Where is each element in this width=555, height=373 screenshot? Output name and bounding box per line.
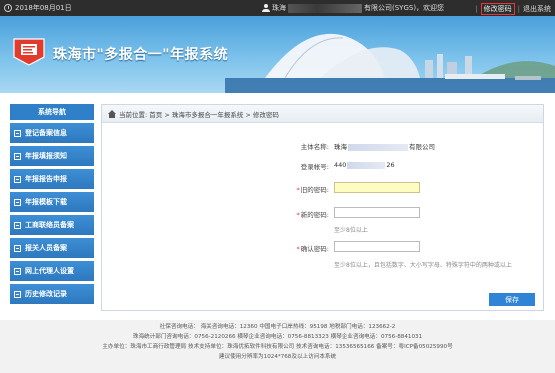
redacted-account <box>347 161 386 169</box>
change-password-link[interactable]: 修改密码 <box>480 3 515 15</box>
entity-name-prefix: 珠海 <box>334 143 347 151</box>
separator: | <box>475 5 478 13</box>
sidebar-item-filing-notice[interactable]: 年报填报须知 <box>10 146 94 166</box>
confirm-password-input[interactable] <box>334 241 420 252</box>
nav-item-icon <box>14 221 21 229</box>
sidebar-header: 系统导航 <box>10 104 94 120</box>
sidebar-item-label: 工商联络员备案 <box>25 221 74 229</box>
nav-item-icon <box>14 152 21 160</box>
new-password-label-text: 新的密码: <box>300 211 329 219</box>
breadcrumb: 当前位置: 首页 > 珠海市多报合一年报系统 > 修改密码 <box>102 105 543 123</box>
old-password-label-text: 旧的密码: <box>300 186 329 194</box>
confirm-password-label: *确认密码: <box>297 243 329 253</box>
content-panel: 当前位置: 首页 > 珠海市多报合一年报系统 > 修改密码 主体名称: 珠海 有限… <box>101 104 544 311</box>
banner-scenery <box>225 33 555 93</box>
required-mark: * <box>296 245 300 253</box>
clock-icon <box>4 4 12 12</box>
top-actions: | 修改密码 | 退出系统 <box>475 3 551 15</box>
sidebar-item-label: 网上代理人设置 <box>25 267 74 275</box>
new-password-label: *新的密码: <box>297 209 329 219</box>
sidebar-item-registration[interactable]: 登记备案信息 <box>10 123 94 143</box>
sidebar-item-label: 登记备案信息 <box>25 129 67 137</box>
new-password-hint: 至少8位以上 <box>334 227 368 234</box>
confirm-password-label-text: 确认密码: <box>300 245 329 253</box>
logo-icon <box>13 38 45 66</box>
footer-line: 主办单位：珠海市工商行政管理局 技术支持单位：珠海优拓软件科技有限公司 技术咨询… <box>102 344 453 350</box>
nav-item-icon <box>14 198 21 206</box>
sidebar-item-report-submit[interactable]: 年报报告申报 <box>10 169 94 189</box>
sidebar-item-label: 历史修改记录 <box>25 290 67 298</box>
redacted-entity <box>348 143 408 151</box>
sidebar-item-label: 年报模板下载 <box>25 198 67 206</box>
logout-link[interactable]: 退出系统 <box>523 4 551 14</box>
sidebar-item-liaison[interactable]: 工商联络员备案 <box>10 215 94 235</box>
user-welcome: 有限公司(SYGS)，欢迎您 <box>364 4 445 12</box>
sidebar-item-label: 年报报告申报 <box>25 175 67 183</box>
entity-name-label: 主体名称: <box>300 143 329 151</box>
user-info: 珠海 有限公司(SYGS)，欢迎您 <box>262 3 444 13</box>
footer-line: 社保咨询电话： 海关咨询电话：12360 中国电子口岸热线：95198 地税部门… <box>159 324 396 330</box>
new-password-input[interactable] <box>334 207 420 218</box>
nav-item-icon <box>14 244 21 252</box>
account-value: 440 26 <box>334 161 395 169</box>
separator: | <box>517 5 520 13</box>
breadcrumb-text: 当前位置: 首页 > 珠海市多报合一年报系统 > 修改密码 <box>119 110 279 119</box>
account-label: 登录帐号: <box>300 163 329 171</box>
date-text: 2018年08月01日 <box>15 4 72 12</box>
footer-line: 珠海统计部门咨询电话：0756-2120266 横琴企业咨询电话：0756-88… <box>132 334 423 340</box>
home-icon <box>108 109 116 118</box>
date-display: 2018年08月01日 <box>4 3 72 13</box>
nav-item-icon <box>14 267 21 275</box>
account-suffix: 26 <box>386 161 395 169</box>
footer-line: 建议使用分辨率为1024*768及以上访问本系统 <box>218 354 337 360</box>
user-icon <box>262 4 270 12</box>
old-password-input[interactable] <box>334 182 420 193</box>
system-title: 珠海市"多报合一"年报系统 <box>53 47 229 63</box>
save-button[interactable]: 保存 <box>489 293 535 306</box>
banner: 珠海市"多报合一"年报系统 <box>0 16 555 93</box>
nav-item-icon <box>14 175 21 183</box>
entity-name-suffix: 有限公司 <box>409 143 435 151</box>
sidebar-item-template-download[interactable]: 年报模板下载 <box>10 192 94 212</box>
old-password-label: *旧的密码: <box>297 184 329 194</box>
confirm-password-hint: 至少8位以上，且包括数字、大小写字母、特殊字符中的两种或以上 <box>334 262 512 269</box>
required-mark: * <box>296 186 300 194</box>
entity-name-value: 珠海 有限公司 <box>334 141 435 151</box>
sidebar-item-online-agent[interactable]: 网上代理人设置 <box>10 261 94 281</box>
sidebar-item-history[interactable]: 历史修改记录 <box>10 284 94 304</box>
nav-item-icon <box>14 129 21 137</box>
required-mark: * <box>296 211 300 219</box>
sidebar: 系统导航 登记备案信息 年报填报须知 年报报告申报 年报模板下载 工商联络员备案… <box>10 104 94 304</box>
nav-item-icon <box>14 290 21 298</box>
footer: 社保咨询电话： 海关咨询电话：12360 中国电子口岸热线：95198 地税部门… <box>0 320 555 373</box>
top-bar: 2018年08月01日 珠海 有限公司(SYGS)，欢迎您 | 修改密码 | 退… <box>0 0 555 16</box>
redacted-username <box>288 3 362 13</box>
sidebar-item-label: 报关人员备案 <box>25 244 67 252</box>
sidebar-item-label: 年报填报须知 <box>25 152 67 160</box>
account-prefix: 440 <box>334 161 347 169</box>
user-name-prefix: 珠海 <box>272 4 286 12</box>
sidebar-item-customs-staff[interactable]: 报关人员备案 <box>10 238 94 258</box>
